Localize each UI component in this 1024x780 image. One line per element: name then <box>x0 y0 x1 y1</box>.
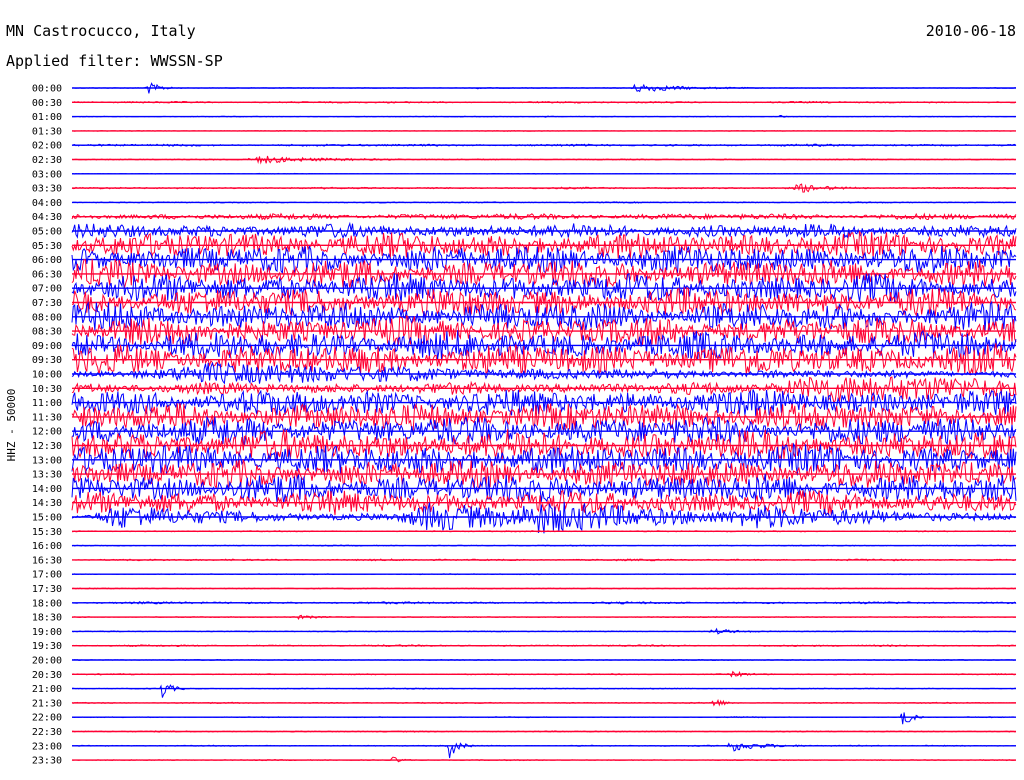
trace-group <box>71 82 1017 763</box>
time-tick-label: 19:30 <box>32 641 62 652</box>
time-tick-label: 20:30 <box>32 670 62 681</box>
filter-label: Applied filter: WWSSN-SP <box>6 52 223 70</box>
time-tick-label: 15:00 <box>32 513 62 524</box>
time-tick-label: 17:30 <box>32 584 62 595</box>
y-axis-label: HHZ - 50000 <box>5 389 18 462</box>
trace-row <box>72 684 1017 698</box>
time-tick-label: 15:30 <box>32 527 62 538</box>
time-tick-label: 01:00 <box>32 112 62 123</box>
time-tick-label: 05:30 <box>32 241 62 252</box>
time-tick-label: 00:00 <box>32 84 62 95</box>
time-tick-label: 22:30 <box>32 727 62 738</box>
time-tick-label: 06:30 <box>32 269 62 280</box>
time-tick-label: 12:30 <box>32 441 62 452</box>
time-tick-label: 11:30 <box>32 412 62 423</box>
time-tick-label: 18:00 <box>32 598 62 609</box>
time-tick-label: 13:00 <box>32 455 62 466</box>
time-tick-label: 03:30 <box>32 184 62 195</box>
time-tick-label: 16:00 <box>32 541 62 552</box>
time-tick-label: 05:00 <box>32 227 62 238</box>
time-tick-label: 20:00 <box>32 656 62 667</box>
time-tick-label: 01:30 <box>32 126 62 137</box>
time-tick-label: 23:30 <box>32 756 62 767</box>
date-label: 2010-06-18 <box>926 22 1016 40</box>
time-tick-label: 14:30 <box>32 498 62 509</box>
time-tick-label: 02:00 <box>32 141 62 152</box>
time-tick-label: 07:00 <box>32 284 62 295</box>
tick-label-group: 00:00 00:30 01:00 01:30 02:00 02:30 03:00 03:30… <box>32 84 62 767</box>
time-tick-label: 09:00 <box>32 341 62 352</box>
time-tick-label: 10:00 <box>32 370 62 381</box>
trace-row <box>71 712 1016 725</box>
time-tick-label: 18:30 <box>32 613 62 624</box>
time-tick-label: 06:00 <box>32 255 62 266</box>
time-tick-label: 21:00 <box>32 684 62 695</box>
time-tick-label: 12:00 <box>32 427 62 438</box>
station-title: MN Castrocucco, Italy <box>6 22 196 40</box>
time-tick-label: 00:30 <box>32 98 62 109</box>
time-tick-label: 22:00 <box>32 713 62 724</box>
time-tick-label: 10:30 <box>32 384 62 395</box>
time-tick-label: 21:30 <box>32 698 62 709</box>
time-tick-label: 09:30 <box>32 355 62 366</box>
time-tick-label: 19:00 <box>32 627 62 638</box>
time-tick-label: 16:30 <box>32 555 62 566</box>
time-tick-label: 02:30 <box>32 155 62 166</box>
time-tick-label: 14:00 <box>32 484 62 495</box>
time-tick-label: 03:00 <box>32 169 62 180</box>
time-tick-label: 23:00 <box>32 741 62 752</box>
helicorder-chart: MN Castrocucco, Italy 2010-06-18 Applied… <box>5 22 1017 767</box>
time-tick-label: 17:00 <box>32 570 62 581</box>
time-tick-label: 04:00 <box>32 198 62 209</box>
time-tick-label: 13:30 <box>32 470 62 481</box>
time-tick-label: 11:00 <box>32 398 62 409</box>
time-tick-label: 07:30 <box>32 298 62 309</box>
time-tick-label: 04:30 <box>32 212 62 223</box>
time-tick-label: 08:00 <box>32 312 62 323</box>
time-tick-label: 08:30 <box>32 327 62 338</box>
